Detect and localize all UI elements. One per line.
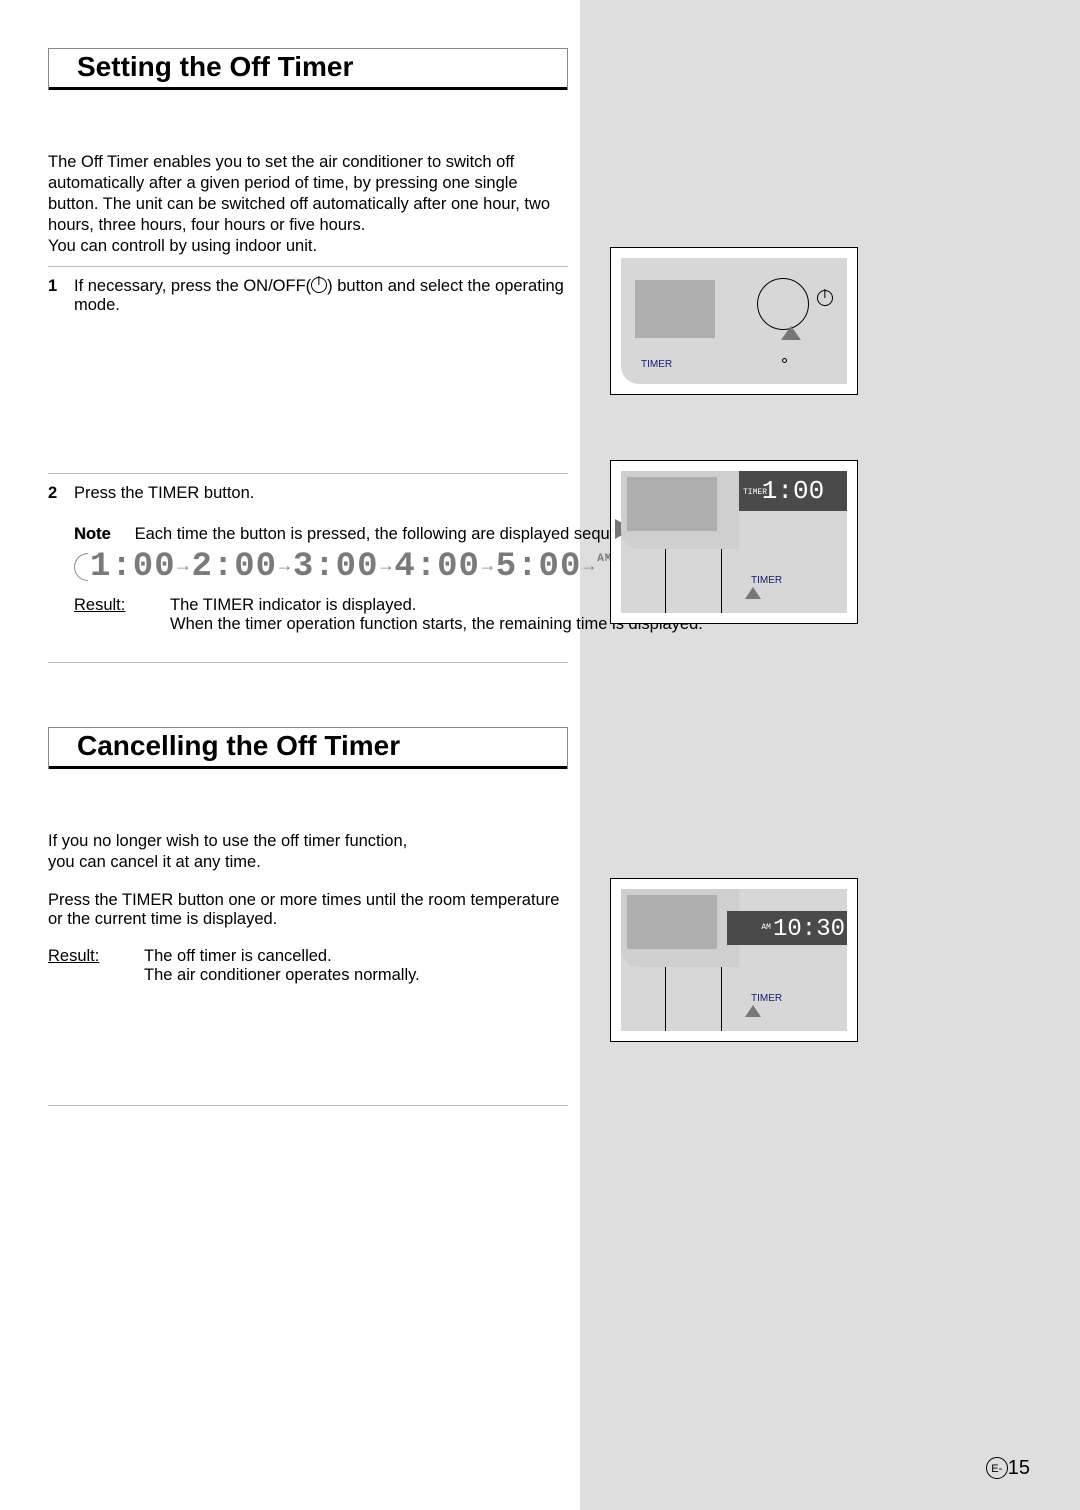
page-num-value: 15 (1008, 1457, 1030, 1479)
result-label: Result: (74, 596, 170, 634)
arrow-icon: → (583, 557, 595, 577)
seq-4: 5:00 (496, 548, 582, 586)
seq-1: 2:00 (191, 548, 277, 586)
timer-label: TIMER (751, 575, 782, 586)
dial-icon (757, 278, 809, 330)
figure-unit-power: TIMER (610, 247, 858, 395)
seq-2: 3:00 (293, 548, 379, 586)
power-icon (817, 290, 833, 306)
section-title-box: Cancelling the Off Timer (48, 727, 568, 769)
am-label: AM (761, 923, 771, 932)
display-placeholder (627, 895, 717, 949)
page-content: Setting the Off Timer The Off Timer enab… (0, 0, 1080, 1510)
display-placeholder (635, 280, 715, 338)
lcd-value: 10:30 (773, 916, 845, 943)
page-number: E-15 (986, 1457, 1030, 1480)
pointer-icon (781, 326, 801, 340)
pointer-icon (745, 1005, 761, 1017)
result-text: The off timer is cancelled. The air cond… (144, 947, 568, 985)
divider (48, 1105, 568, 1106)
display-placeholder (627, 477, 717, 531)
arrow-icon: → (482, 557, 494, 577)
seq-0: 1:00 (90, 548, 176, 586)
note-text: Each time the button is pressed, the fol… (135, 525, 666, 543)
step-1: 1 If necessary, press the ON/OFF() butto… (48, 267, 568, 315)
result-block: Result: The off timer is cancelled. The … (48, 947, 568, 985)
step1-text-a: If necessary, press the ON/OFF( (74, 277, 311, 295)
lcd-display: AM10:30 (727, 911, 847, 945)
figure-timer-set: TIMER 1:00 TIMER (610, 460, 858, 624)
seq-3: 4:00 (394, 548, 480, 586)
page-prefix: E- (986, 1457, 1008, 1479)
lcd-value: 1:00 (762, 476, 824, 506)
note-label: Note (74, 525, 130, 544)
indicator-dot (782, 358, 787, 363)
divider-line (721, 549, 722, 613)
step-body: If necessary, press the ON/OFF() button … (74, 277, 568, 315)
timer-header: TIMER (743, 473, 767, 513)
loop-cap-left (74, 553, 88, 581)
arrow-icon: → (178, 557, 190, 577)
step-number: 1 (48, 277, 74, 315)
section-title: Setting the Off Timer (49, 49, 567, 90)
divider (48, 662, 568, 663)
step-number: 2 (48, 484, 74, 634)
arrow-icon: → (381, 557, 393, 577)
pointer-icon (745, 587, 761, 599)
section-title-box: Setting the Off Timer (48, 48, 568, 90)
power-icon (311, 277, 327, 293)
timer-label: TIMER (751, 993, 782, 1004)
timer-label: TIMER (641, 359, 672, 370)
section2-intro: If you no longer wish to use the off tim… (48, 831, 568, 873)
divider-line (665, 549, 666, 613)
lcd-display: TIMER 1:00 (739, 471, 847, 511)
section1-intro: The Off Timer enables you to set the air… (48, 152, 568, 258)
arrow-icon: → (279, 557, 291, 577)
divider-line (721, 967, 722, 1031)
figure-timer-cancel: AM10:30 TIMER (610, 878, 858, 1042)
result-label: Result: (48, 947, 144, 985)
divider-line (665, 967, 666, 1031)
step-2: 2 Press the TIMER button. Note Each time… (48, 474, 568, 634)
section2-body: Press the TIMER button one or more times… (48, 891, 568, 929)
section-title: Cancelling the Off Timer (49, 728, 567, 769)
